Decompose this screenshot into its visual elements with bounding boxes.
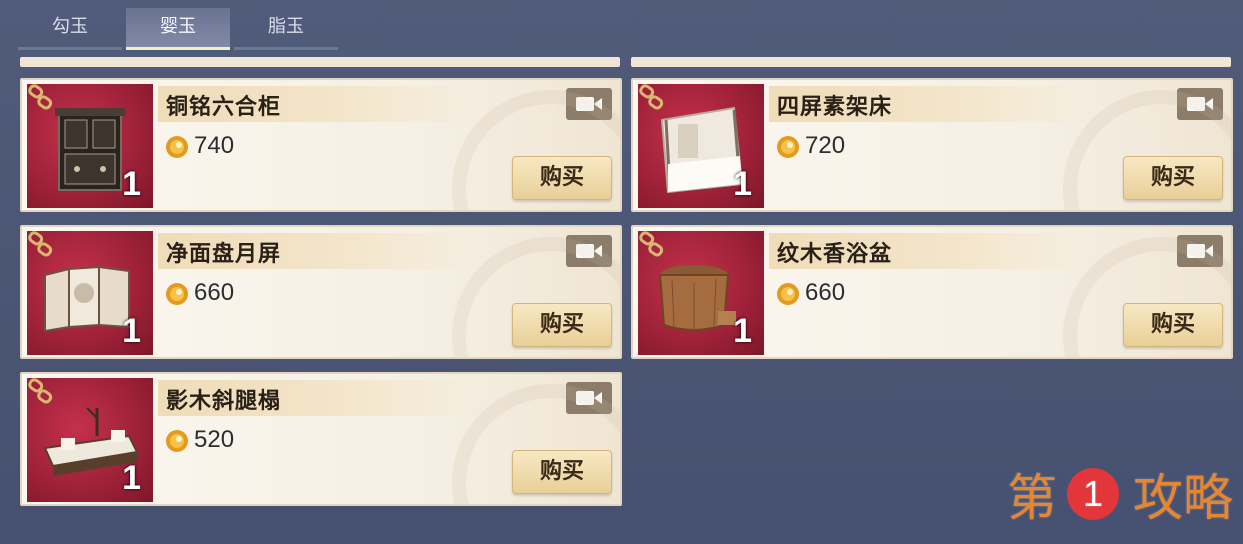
tab-gouyu[interactable]: 勾玉 [18,8,122,50]
watermark-left-text: 第 [1007,469,1057,527]
item-thumbnail: 1 [638,84,764,208]
item-price: 660 [194,279,235,306]
item-name: 纹木香浴盆 [777,242,893,267]
chain-link-icon [28,231,53,257]
item-quantity: 1 [733,165,752,203]
shop-item-card[interactable]: 1 铜铭六合柜 740 购买 [20,78,622,212]
watermark: 第 1 攻略 [1007,458,1233,530]
video-camera-icon [576,244,602,258]
item-price: 720 [805,132,846,159]
chain-link-icon [28,378,53,404]
jade-coin-icon [777,136,799,158]
previous-row-edge [631,57,1231,67]
shop-item-card[interactable]: 1 影木斜腿榻 520 购买 [20,372,622,506]
video-preview-button[interactable] [566,382,612,414]
item-thumbnail: 1 [638,231,764,355]
tab-zhiyu[interactable]: 脂玉 [234,8,338,50]
item-quantity: 1 [733,312,752,350]
jade-coin-icon [166,283,188,305]
item-name: 四屏素架床 [777,95,893,120]
video-camera-icon [576,391,602,405]
shop-item-card[interactable]: 1 四屏素架床 720 购买 [631,78,1233,212]
item-name: 铜铭六合柜 [166,95,282,120]
chain-link-icon [639,84,664,110]
chain-link-icon [28,84,53,110]
video-preview-button[interactable] [566,88,612,120]
item-price: 740 [194,132,235,159]
buy-button[interactable]: 购买 [1123,303,1223,347]
item-thumbnail: 1 [27,231,153,355]
shop-item-card[interactable]: 1 纹木香浴盆 660 购买 [631,225,1233,359]
item-quantity: 1 [122,165,141,203]
item-name: 影木斜腿榻 [166,389,282,414]
currency-tabs: 勾玉 婴玉 脂玉 [18,8,338,50]
jade-coin-icon [166,136,188,158]
chain-link-icon [639,231,664,257]
item-name: 净面盘月屏 [166,242,282,267]
item-quantity: 1 [122,312,141,350]
shop-item-card[interactable]: 1 净面盘月屏 660 购买 [20,225,622,359]
item-thumbnail: 1 [27,84,153,208]
video-preview-button[interactable] [566,235,612,267]
jade-coin-icon [166,430,188,452]
video-preview-button[interactable] [1177,88,1223,120]
watermark-right-text: 攻略 [1133,469,1233,527]
item-price: 660 [805,279,846,306]
video-camera-icon [1187,97,1213,111]
item-quantity: 1 [122,459,141,497]
buy-button[interactable]: 购买 [512,450,612,494]
jade-coin-icon [777,283,799,305]
buy-button[interactable]: 购买 [1123,156,1223,200]
video-camera-icon [1187,244,1213,258]
video-camera-icon [576,97,602,111]
watermark-circle-number: 1 [1067,468,1119,520]
video-preview-button[interactable] [1177,235,1223,267]
buy-button[interactable]: 购买 [512,303,612,347]
previous-row-edge [20,57,620,67]
buy-button[interactable]: 购买 [512,156,612,200]
tab-yingyu[interactable]: 婴玉 [126,8,230,50]
item-thumbnail: 1 [27,378,153,502]
item-price: 520 [194,426,235,453]
